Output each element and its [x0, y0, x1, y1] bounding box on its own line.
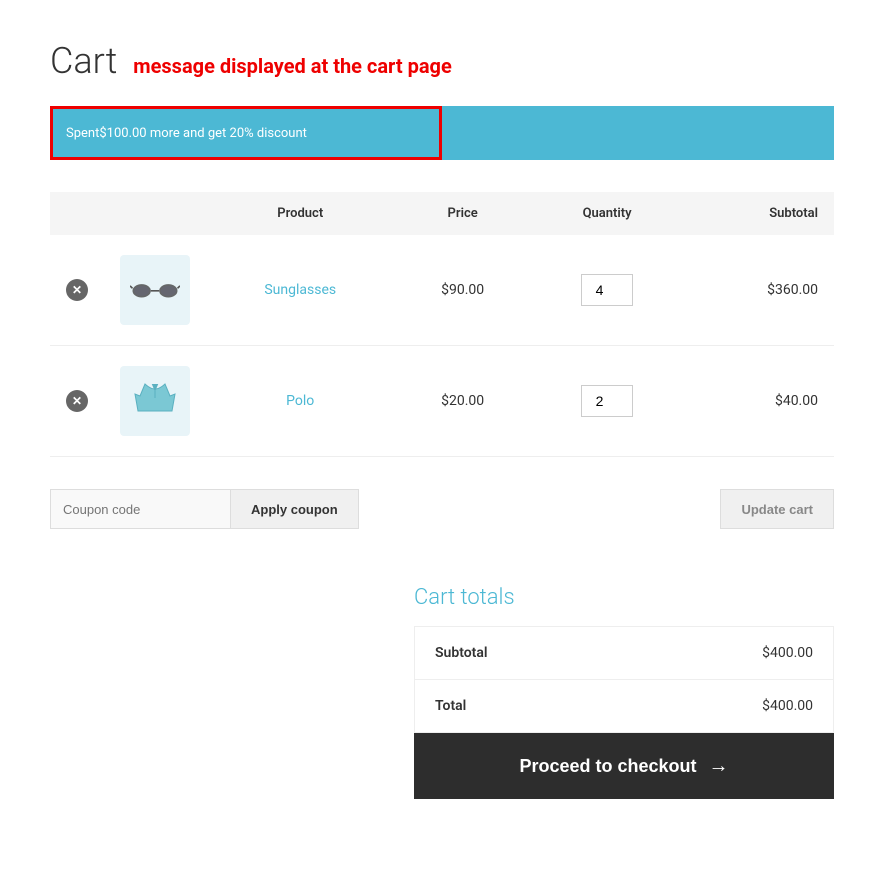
product-link-1[interactable]: Polo — [286, 393, 314, 409]
page-message: message displayed at the cart page — [133, 54, 452, 78]
qty-input-0[interactable] — [581, 274, 633, 306]
coupon-input[interactable] — [50, 489, 230, 529]
product-subtotal-cell: $360.00 — [683, 235, 834, 346]
product-price-cell: $90.00 — [394, 235, 530, 346]
subtotal-value: $400.00 — [762, 645, 813, 661]
qty-input-1[interactable] — [581, 385, 633, 417]
product-image-cell — [104, 346, 206, 457]
product-qty-cell — [531, 346, 684, 457]
page-header: Cart message displayed at the cart page — [50, 40, 834, 82]
progress-bar-container: Spent$100.00 more and get 20% discount — [50, 106, 834, 160]
progress-bar-fill: Spent$100.00 more and get 20% discount — [50, 106, 442, 160]
product-image-0 — [120, 255, 190, 325]
col-remove-header — [50, 192, 104, 235]
cart-table: Product Price Quantity Subtotal ✕ — [50, 192, 834, 457]
product-qty-cell — [531, 235, 684, 346]
subtotal-row: Subtotal $400.00 — [415, 627, 833, 680]
update-cart-button[interactable]: Update cart — [720, 489, 834, 529]
remove-cell: ✕ — [50, 235, 104, 346]
total-label: Total — [435, 698, 466, 714]
col-image-header — [104, 192, 206, 235]
col-price-header: Price — [394, 192, 530, 235]
cart-totals-title: Cart totals — [414, 585, 834, 610]
col-qty-header: Quantity — [531, 192, 684, 235]
checkout-arrow-icon: → — [709, 755, 729, 778]
coupon-left: Apply coupon — [50, 489, 359, 529]
cart-totals-section: Cart totals Subtotal $400.00 Total $400.… — [50, 585, 834, 799]
table-header-row: Product Price Quantity Subtotal — [50, 192, 834, 235]
remove-button-1[interactable]: ✕ — [66, 390, 88, 412]
totals-table: Subtotal $400.00 Total $400.00 — [414, 626, 834, 733]
page-container: Cart message displayed at the cart page … — [0, 0, 884, 839]
product-image-1 — [120, 366, 190, 436]
remove-cell: ✕ — [50, 346, 104, 457]
product-subtotal-cell: $40.00 — [683, 346, 834, 457]
product-name-cell: Polo — [206, 346, 394, 457]
apply-coupon-button[interactable]: Apply coupon — [230, 489, 359, 529]
total-value: $400.00 — [762, 698, 813, 714]
subtotal-label: Subtotal — [435, 645, 488, 661]
total-row: Total $400.00 — [415, 680, 833, 732]
progress-bar-text: Spent$100.00 more and get 20% discount — [66, 126, 307, 141]
col-product-header: Product — [206, 192, 394, 235]
col-subtotal-header: Subtotal — [683, 192, 834, 235]
product-link-0[interactable]: Sunglasses — [264, 282, 336, 298]
checkout-button[interactable]: Proceed to checkout → — [414, 733, 834, 799]
remove-button-0[interactable]: ✕ — [66, 279, 88, 301]
page-title: Cart — [50, 40, 117, 82]
table-row: ✕ Sunglasses $90.00 $360.00 — [50, 235, 834, 346]
table-row: ✕ Polo $20.00 $40.00 — [50, 346, 834, 457]
product-name-cell: Sunglasses — [206, 235, 394, 346]
coupon-row: Apply coupon Update cart — [50, 481, 834, 537]
checkout-button-label: Proceed to checkout — [519, 756, 696, 777]
cart-totals-box: Cart totals Subtotal $400.00 Total $400.… — [414, 585, 834, 799]
product-image-cell — [104, 235, 206, 346]
product-price-cell: $20.00 — [394, 346, 530, 457]
